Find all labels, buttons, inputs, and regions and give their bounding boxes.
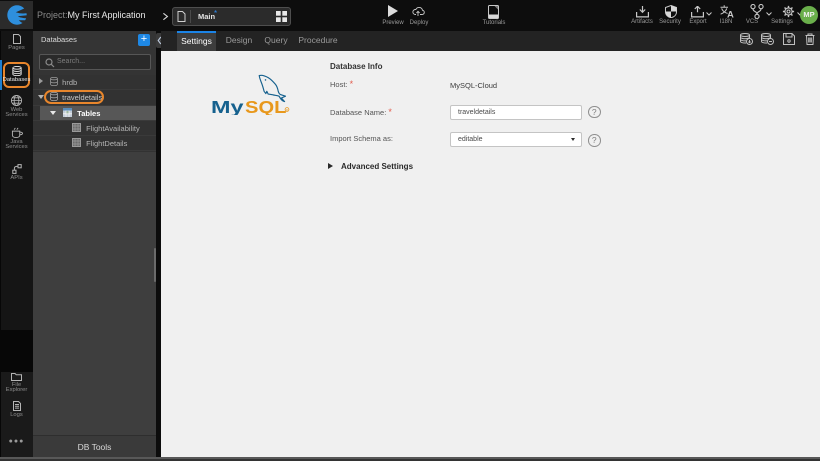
svg-text:My: My — [211, 97, 244, 115]
svg-text:SQL: SQL — [245, 98, 287, 115]
svg-text:A: A — [727, 10, 734, 19]
